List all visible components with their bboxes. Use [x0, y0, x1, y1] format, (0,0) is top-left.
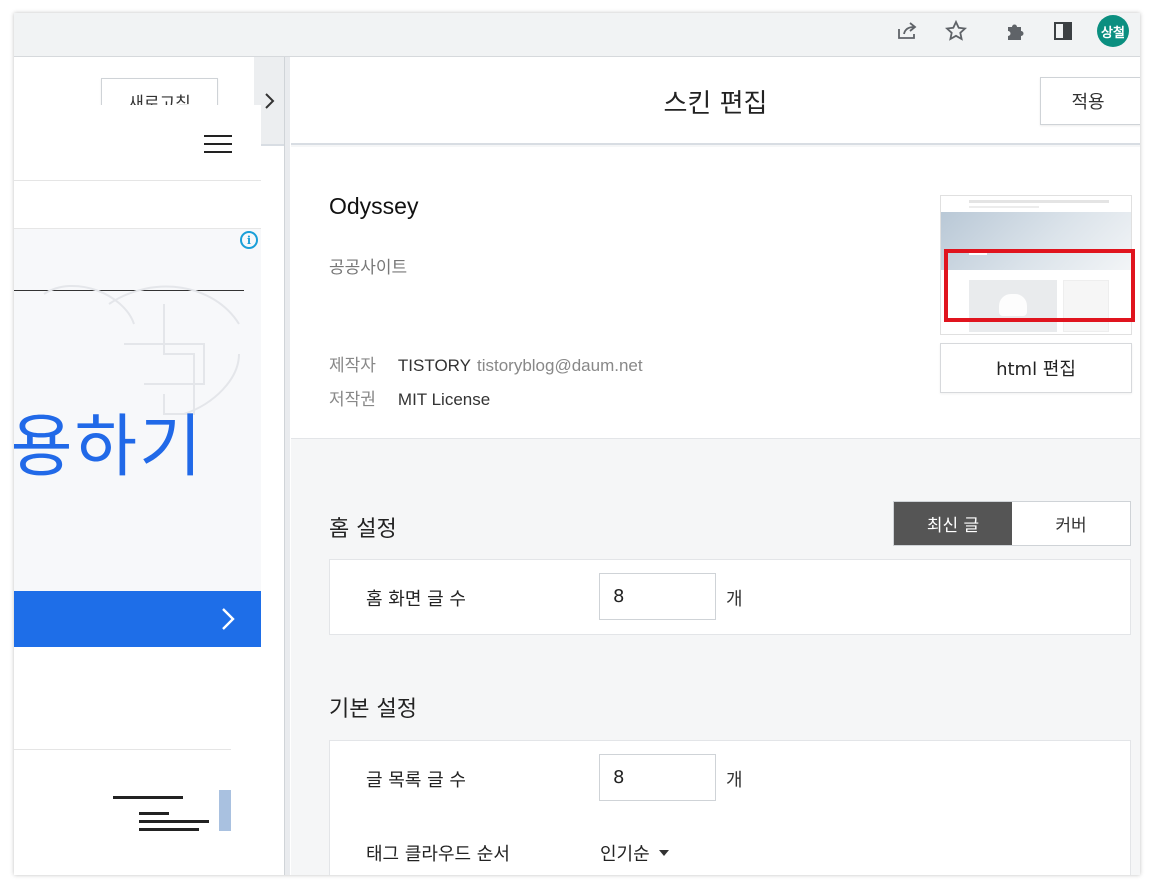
puzzle-icon[interactable]: [1000, 16, 1030, 46]
ad-banner[interactable]: i 용하기: [14, 228, 261, 593]
skin-category: 공공사이트: [329, 258, 408, 278]
home-settings-panel: 홈 화면 글 수 8 개: [329, 559, 1131, 635]
ad-headline[interactable]: 용하기: [14, 391, 204, 490]
author-label: 제작자: [329, 356, 376, 376]
blog-preview: i 용하기: [14, 105, 261, 831]
pane-divider[interactable]: [284, 57, 290, 875]
basic-settings-panel: 글 목록 글 수 8 개 태그 클라우드 순서 인기순: [329, 740, 1131, 875]
html-edit-button[interactable]: html 편집: [940, 343, 1132, 393]
skin-name: Odyssey: [329, 193, 419, 219]
editor-header: 스킨 편집 적용: [291, 57, 1140, 145]
license-label: 저작권: [329, 390, 376, 410]
chevron-right-icon: [265, 92, 275, 109]
toggle-latest-posts[interactable]: 최신 글: [894, 502, 1012, 545]
skin-editor-pane: 스킨 편집 적용 Odyssey 공공사이트 제작자 TISTORY tistory…: [291, 57, 1140, 875]
page-title: 스킨 편집: [663, 88, 768, 119]
home-post-count-label: 홈 화면 글 수: [366, 589, 466, 610]
sidepanel-icon[interactable]: [1048, 16, 1078, 46]
home-post-count-input[interactable]: 8: [599, 573, 716, 620]
profile-avatar[interactable]: 상철: [1097, 15, 1129, 47]
basic-settings-title: 기본 설정: [329, 697, 417, 722]
info-icon[interactable]: i: [240, 231, 258, 249]
author-name: TISTORY: [397, 356, 471, 375]
toggle-cover[interactable]: 커버: [1012, 502, 1130, 545]
tag-cloud-order-label: 태그 클라우드 순서: [366, 844, 510, 865]
list-post-count-unit: 개: [726, 770, 743, 791]
preview-divider: [14, 749, 231, 750]
list-post-count-label: 글 목록 글 수: [366, 770, 466, 791]
preview-divider: [14, 180, 261, 181]
tag-cloud-order-value: 인기순: [600, 844, 650, 865]
list-post-count-input[interactable]: 8: [599, 754, 716, 801]
license-value: MIT License: [397, 390, 491, 409]
browser-toolbar: 상철: [14, 13, 1140, 56]
menu-icon[interactable]: [204, 135, 232, 155]
apply-button[interactable]: 적용: [1040, 77, 1140, 125]
chevron-right-icon: [222, 608, 235, 630]
browser-window: 상철 새로고침 i 용하기 스킨 편집 적용 Odyssey 공공사이트 제작자…: [14, 13, 1140, 875]
home-mode-toggle: 최신 글 커버: [893, 501, 1131, 546]
share-icon[interactable]: [892, 16, 922, 46]
license-row: 저작권 MIT License: [329, 385, 490, 410]
tag-cloud-order-select[interactable]: 인기순: [600, 840, 669, 866]
home-post-count-unit: 개: [726, 589, 743, 610]
address-bar[interactable]: [14, 13, 982, 49]
home-settings-title: 홈 설정: [329, 517, 397, 542]
highlight-box: [944, 249, 1135, 322]
author-row: 제작자 TISTORY tistoryblog@daum.net: [329, 351, 643, 376]
star-icon[interactable]: [941, 16, 971, 46]
ad-cta-bar[interactable]: [14, 591, 261, 647]
caret-down-icon: [658, 850, 669, 856]
document-thumbnail[interactable]: [109, 790, 231, 831]
author-email: tistoryblog@daum.net: [476, 356, 643, 375]
